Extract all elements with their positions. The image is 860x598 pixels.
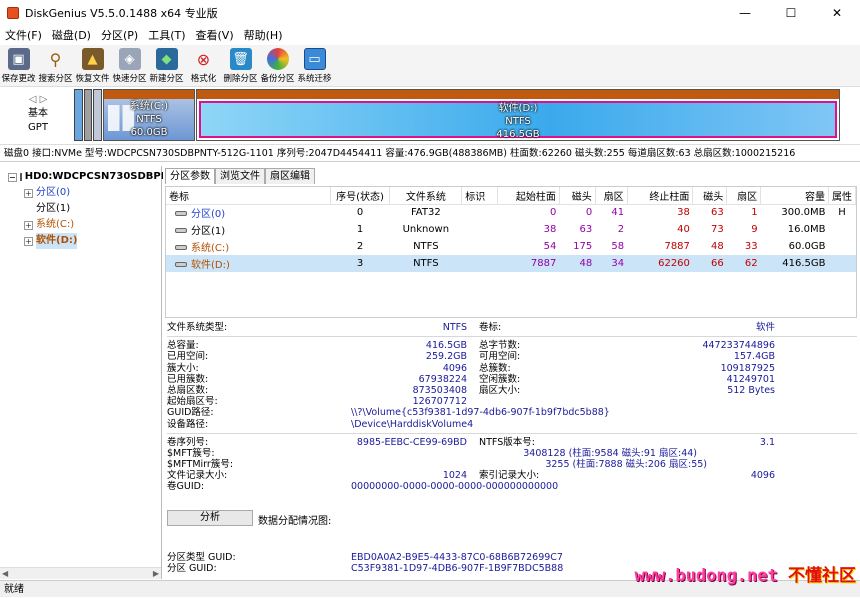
disk-map: ◁ ▷ 基本 GPT 系统(C:) NTFS 60.0GB 软件(D:) NTF… — [0, 87, 860, 144]
partition-0-block[interactable] — [74, 89, 83, 141]
small-partitions-strip — [74, 89, 103, 141]
save-icon: ▣ — [7, 48, 30, 70]
tree-item-partition0[interactable]: + 分区(0) — [0, 185, 161, 201]
menu-tools[interactable]: 工具(T) — [143, 27, 190, 43]
tab-partition-params[interactable]: 分区参数 — [165, 168, 215, 184]
recover-icon: ▲ — [81, 48, 104, 70]
disk-type-gpt: GPT — [28, 122, 48, 133]
partition-icon — [175, 245, 187, 250]
tab-sector-edit[interactable]: 扇区编辑 — [265, 168, 315, 184]
quick-partition-icon: ◈ — [118, 48, 141, 70]
backup-partition-button[interactable]: 备份分区 — [259, 45, 296, 87]
table-row-selected[interactable]: 软件(D:) 3 NTFS 7887 48 34 62260 66 62 416… — [166, 255, 856, 272]
menu-view[interactable]: 查看(V) — [191, 27, 239, 43]
trash-icon: 🗑 — [229, 48, 252, 70]
migrate-icon: ▭ — [303, 48, 326, 70]
tree-item-partition1[interactable]: 分区(1) — [0, 201, 161, 217]
tree-item-system-c[interactable]: + 系统(C:) — [0, 217, 161, 233]
disk-info-line: 磁盘0 接口:NVMe 型号:WDCPCSN730SDBPNTY-512G-11… — [0, 144, 860, 162]
menu-bar: 文件(F) 磁盘(D) 分区(P) 工具(T) 查看(V) 帮助(H) — [0, 26, 860, 44]
scroll-left-icon[interactable]: ◀ — [2, 569, 8, 578]
col-label[interactable]: 卷标 — [166, 187, 331, 205]
col-id[interactable]: 标识 — [461, 187, 499, 205]
col-end-sector[interactable]: 扇区 — [726, 187, 762, 205]
toolbar: ▣ 保存更改 ⚲ 搜索分区 ▲ 恢复文件 ◈ 快速分区 ◆ 新建分区 ⊗ 格式化… — [0, 45, 860, 87]
menu-file[interactable]: 文件(F) — [0, 27, 47, 43]
backup-icon — [266, 48, 289, 70]
expand-icon[interactable]: + — [24, 188, 33, 198]
partition-icon — [175, 262, 187, 267]
format-icon: ⊗ — [196, 49, 211, 69]
table-row[interactable]: 系统(C:) 2 NTFS 54 175 58 7887 48 33 60.0G… — [166, 238, 856, 255]
app-icon — [7, 7, 19, 19]
table-row[interactable]: 分区(0) 0 FAT32 0 0 41 38 63 1 300.0MB H — [166, 204, 856, 221]
collapse-icon[interactable]: − — [8, 172, 17, 182]
new-partition-icon: ◆ — [155, 48, 178, 70]
magnifier-icon: ⚲ — [49, 49, 62, 69]
scroll-right-icon[interactable]: ▶ — [153, 569, 159, 578]
recover-files-button[interactable]: ▲ 恢复文件 — [74, 45, 111, 87]
minimize-button[interactable]: — — [722, 0, 768, 26]
partition-icon — [175, 211, 187, 217]
volume-details: 文件系统类型: NTFS 卷标: 软件 总容量: 416.5GB 总字节数: 4472337… — [167, 322, 857, 493]
expand-icon[interactable]: + — [24, 236, 33, 246]
col-attr[interactable]: 属性 — [828, 187, 856, 205]
window-title: DiskGenius V5.5.0.1488 x64 专业版 — [25, 7, 218, 20]
menu-help[interactable]: 帮助(H) — [239, 27, 288, 43]
close-button[interactable]: ✕ — [814, 0, 860, 26]
expand-icon[interactable]: + — [24, 220, 33, 230]
quick-partition-button[interactable]: ◈ 快速分区 — [111, 45, 148, 87]
delete-partition-button[interactable]: 🗑 删除分区 — [222, 45, 259, 87]
save-button[interactable]: ▣ 保存更改 — [0, 45, 37, 87]
title-bar: DiskGenius V5.5.0.1488 x64 专业版 — ☐ ✕ — [0, 0, 860, 26]
tab-bar: 分区参数 浏览文件 扇区编辑 — [165, 168, 315, 184]
col-end-head[interactable]: 磁头 — [692, 187, 728, 205]
partition-extra-block[interactable] — [93, 89, 103, 141]
col-start-head[interactable]: 磁头 — [559, 187, 596, 205]
tree-item-software-d[interactable]: + 软件(D:) — [0, 233, 161, 249]
partition-icon — [175, 228, 187, 233]
tree-horizontal-scrollbar[interactable]: ◀ ▶ — [0, 567, 161, 579]
menu-disk[interactable]: 磁盘(D) — [47, 27, 96, 43]
col-index[interactable]: 序号(状态) — [330, 187, 391, 205]
partition-d-block[interactable]: 软件(D:) NTFS 416.5GB — [196, 89, 840, 141]
partition-table: 卷标 序号(状态) 文件系统 标识 起始柱面 磁头 扇区 终止柱面 磁头 扇区 … — [165, 186, 857, 318]
partition-c-block[interactable]: 系统(C:) NTFS 60.0GB — [103, 89, 195, 141]
disk-type-basic: 基本 — [28, 108, 48, 119]
search-partition-button[interactable]: ⚲ 搜索分区 — [37, 45, 74, 87]
format-button[interactable]: ⊗ 格式化 — [185, 45, 222, 87]
disk-tree: − HD0:WDCPCSN730SDBPNTY-512G + 分区(0) 分区(… — [0, 166, 215, 579]
menu-partition[interactable]: 分区(P) — [96, 27, 143, 43]
system-migrate-button[interactable]: ▭ 系统迁移 — [296, 45, 333, 87]
col-end-cyl[interactable]: 终止柱面 — [627, 187, 694, 205]
disk-icon — [19, 173, 22, 181]
new-partition-button[interactable]: ◆ 新建分区 — [148, 45, 185, 87]
disk-type: ◁ ▷ 基本 GPT — [20, 93, 56, 135]
tab-browse-files[interactable]: 浏览文件 — [215, 168, 265, 184]
details-pane: 分区参数 浏览文件 扇区编辑 卷标 序号(状态) 文件系统 标识 起始柱面 磁头… — [163, 166, 860, 579]
col-start-sector[interactable]: 扇区 — [595, 187, 628, 205]
col-fs[interactable]: 文件系统 — [389, 187, 463, 205]
partition-1-block[interactable] — [83, 89, 93, 141]
watermark: www.budong.net 不懂社区 — [634, 566, 856, 586]
analyze-button[interactable]: 分析 — [167, 510, 253, 526]
col-capacity[interactable]: 容量 — [760, 187, 829, 205]
next-disk-icon[interactable]: ▷ — [40, 94, 48, 105]
data-distribution-label: 数据分配情况图: — [258, 516, 332, 527]
prev-disk-icon[interactable]: ◁ — [29, 94, 37, 105]
maximize-button[interactable]: ☐ — [768, 0, 814, 26]
table-row[interactable]: 分区(1) 1 Unknown 38 63 2 40 73 9 16.0MB — [166, 221, 856, 238]
col-start-cyl[interactable]: 起始柱面 — [497, 187, 560, 205]
tree-root[interactable]: − HD0:WDCPCSN730SDBPNTY-512G — [0, 169, 215, 185]
